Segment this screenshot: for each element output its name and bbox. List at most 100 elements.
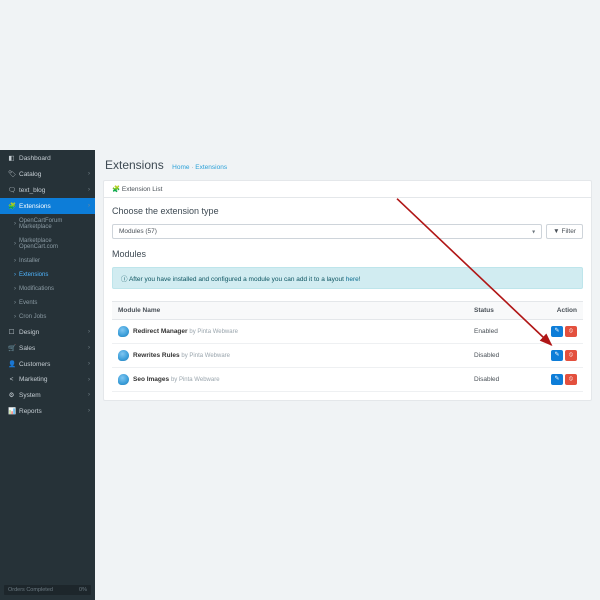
sidebar-item-label: Catalog: [19, 171, 41, 178]
bullet-icon: ›: [14, 258, 16, 264]
modules-title: Modules: [112, 249, 583, 259]
chevron-down-icon: ▾: [532, 228, 535, 235]
funnel-icon: ▼: [553, 228, 559, 235]
info-icon: ⓘ: [121, 276, 128, 283]
menu-icon: ⚙: [8, 391, 15, 399]
sidebar-subitem-label: OpenCartForum Marketplace: [19, 218, 89, 230]
sidebar-item-customers[interactable]: 👤 Customers ›: [0, 356, 95, 372]
bullet-icon: ›: [14, 314, 16, 320]
edit-button[interactable]: ✎: [551, 350, 563, 361]
module-status: Disabled: [468, 368, 523, 392]
select-value: Modules (57): [119, 228, 157, 235]
sidebar-item-label: Reports: [19, 408, 42, 415]
module-icon: [118, 326, 129, 337]
modules-table: Module Name Status Action Redirect Manag…: [112, 301, 583, 392]
bullet-icon: ›: [14, 286, 16, 292]
chevron-right-icon: ›: [88, 203, 90, 209]
sidebar-item-dashboard[interactable]: ◧Dashboard: [0, 150, 95, 166]
sidebar-item-label: Dashboard: [19, 155, 51, 162]
sidebar-subitem-label: Installer: [19, 258, 40, 264]
sidebar-item-label: Marketing: [19, 376, 48, 383]
extension-type-select[interactable]: Modules (57) ▾: [112, 224, 542, 239]
crumb-home[interactable]: Home: [172, 164, 189, 171]
module-name: Seo Images: [133, 376, 169, 383]
chevron-right-icon: ›: [88, 361, 90, 367]
sidebar-item-design[interactable]: ☐ Design ›: [0, 324, 95, 340]
page-header: Extensions Home · Extensions: [103, 150, 592, 180]
module-icon: [118, 350, 129, 361]
edit-button[interactable]: ✎: [551, 374, 563, 385]
module-name: Rewrites Rules: [133, 352, 180, 359]
table-row: Redirect Manager by Pinta WebwareEnabled…: [112, 320, 583, 344]
edit-button[interactable]: ✎: [551, 326, 563, 337]
col-status: Status: [468, 302, 523, 320]
sidebar-item-catalog[interactable]: 🏷Catalog›: [0, 166, 95, 182]
chevron-right-icon: ›: [88, 408, 90, 414]
crumb-current[interactable]: Extensions: [195, 164, 227, 171]
col-module-name: Module Name: [112, 302, 468, 320]
sidebar-item-system[interactable]: ⚙ System ›: [0, 387, 95, 403]
info-alert: ⓘ After you have installed and configure…: [112, 267, 583, 289]
bullet-icon: ›: [14, 221, 16, 227]
chevron-right-icon: ›: [88, 171, 90, 177]
sidebar-item-label: Extensions: [19, 203, 51, 210]
sidebar-subitem-label: Cron Jobs: [19, 314, 46, 320]
alert-here-link[interactable]: here: [346, 276, 359, 283]
sidebar-subitem-extensions[interactable]: ›Extensions: [0, 268, 95, 282]
module-name: Redirect Manager: [133, 328, 188, 335]
sidebar-item-label: System: [19, 392, 41, 399]
sidebar-item-reports[interactable]: 📊Reports›: [0, 403, 95, 419]
sidebar-item-marketing[interactable]: < Marketing ›: [0, 372, 95, 387]
puzzle-icon: 🧩: [112, 186, 120, 193]
sidebar-subitem-installer[interactable]: ›Installer: [0, 254, 95, 268]
menu-icon: 🗨: [8, 186, 15, 194]
table-row: Rewrites Rules by Pinta Webware Disabled ✎…: [112, 344, 583, 368]
choose-type-title: Choose the extension type: [112, 206, 583, 216]
sidebar: ◧Dashboard🏷Catalog›🗨text_blog›🧩Extension…: [0, 150, 95, 600]
sidebar-subitem-label: Modifications: [19, 286, 54, 292]
sidebar-subitem-label: Marketplace OpenCart.com: [19, 238, 89, 250]
sidebar-subitem-label: Extensions: [19, 272, 48, 278]
module-status: Disabled: [468, 344, 523, 368]
breadcrumb: Home · Extensions: [172, 164, 227, 171]
delete-button[interactable]: ⦸: [565, 326, 577, 337]
menu-icon: ☐: [8, 328, 15, 336]
sidebar-item-label: Sales: [19, 345, 35, 352]
sidebar-subitem-marketplace-opencart-com[interactable]: ›Marketplace OpenCart.com: [0, 234, 95, 254]
menu-icon: 🛒: [8, 344, 15, 352]
panel-extension-list: 🧩 Extension List Choose the extension ty…: [103, 180, 592, 401]
table-row: Seo Images by Pinta WebwareDisabled✎⦸: [112, 368, 583, 392]
chevron-right-icon: ›: [88, 345, 90, 351]
chevron-right-icon: ›: [88, 392, 90, 398]
footer-label: Orders Completed: [8, 587, 53, 593]
menu-icon: 👤: [8, 360, 15, 368]
bullet-icon: ›: [14, 272, 16, 278]
chevron-right-icon: ›: [88, 377, 90, 383]
main-content: Extensions Home · Extensions 🧩 Extension…: [95, 150, 600, 600]
footer-value: 0%: [79, 587, 87, 593]
sidebar-item-text_blog[interactable]: 🗨text_blog›: [0, 182, 95, 198]
bullet-icon: ›: [14, 300, 16, 306]
sidebar-subitem-opencartforum-marketplace[interactable]: ›OpenCartForum Marketplace: [0, 214, 95, 234]
sidebar-item-label: text_blog: [19, 187, 45, 194]
bullet-icon: ›: [14, 241, 16, 247]
sidebar-item-label: Design: [19, 329, 39, 336]
delete-button[interactable]: ⦸: [565, 350, 577, 361]
panel-heading: 🧩 Extension List: [104, 181, 591, 198]
delete-button[interactable]: ⦸: [565, 374, 577, 385]
col-action: Action: [523, 302, 583, 320]
sidebar-item-extensions[interactable]: 🧩 Extensions ›: [0, 198, 95, 214]
module-icon: [118, 374, 129, 385]
module-vendor: by Pinta Webware: [181, 353, 230, 359]
module-status: Enabled: [468, 320, 523, 344]
chevron-right-icon: ›: [88, 329, 90, 335]
page-title: Extensions: [105, 158, 164, 172]
sidebar-item-sales[interactable]: 🛒 Sales ›: [0, 340, 95, 356]
sidebar-item-label: Customers: [19, 361, 50, 368]
sidebar-subitem-modifications[interactable]: ›Modifications: [0, 282, 95, 296]
menu-icon: <: [8, 376, 15, 383]
sidebar-subitem-cron-jobs[interactable]: ›Cron Jobs: [0, 310, 95, 324]
filter-button[interactable]: ▼Filter: [546, 224, 583, 239]
sidebar-subitem-events[interactable]: ›Events: [0, 296, 95, 310]
menu-icon: 🧩: [8, 202, 15, 210]
